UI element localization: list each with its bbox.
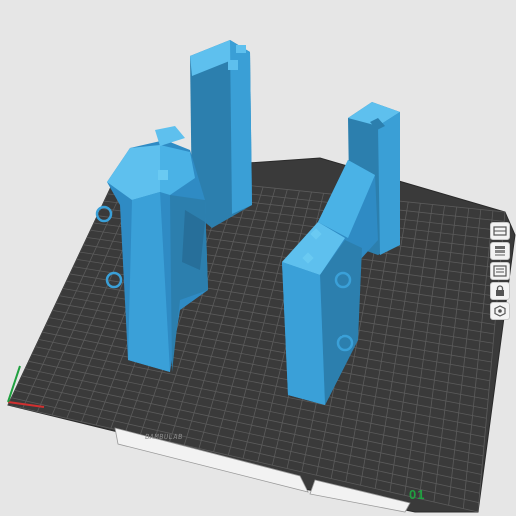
plate-toolbar — [490, 222, 512, 320]
settings-button[interactable] — [490, 302, 510, 320]
settings-icon — [494, 305, 506, 317]
lock-button[interactable] — [490, 282, 510, 300]
objects-icon — [493, 265, 507, 277]
view-icon — [493, 226, 507, 236]
plate-brand-label: BAMBULAB — [144, 433, 184, 441]
view-button[interactable] — [490, 222, 510, 240]
lock-icon — [496, 285, 504, 296]
3d-viewport[interactable] — [0, 0, 516, 516]
plate-id-label: 01 — [409, 487, 426, 502]
layers-icon — [495, 246, 505, 256]
build-plate — [7, 157, 516, 513]
layers-button[interactable] — [490, 242, 510, 260]
objects-button[interactable] — [490, 262, 510, 280]
